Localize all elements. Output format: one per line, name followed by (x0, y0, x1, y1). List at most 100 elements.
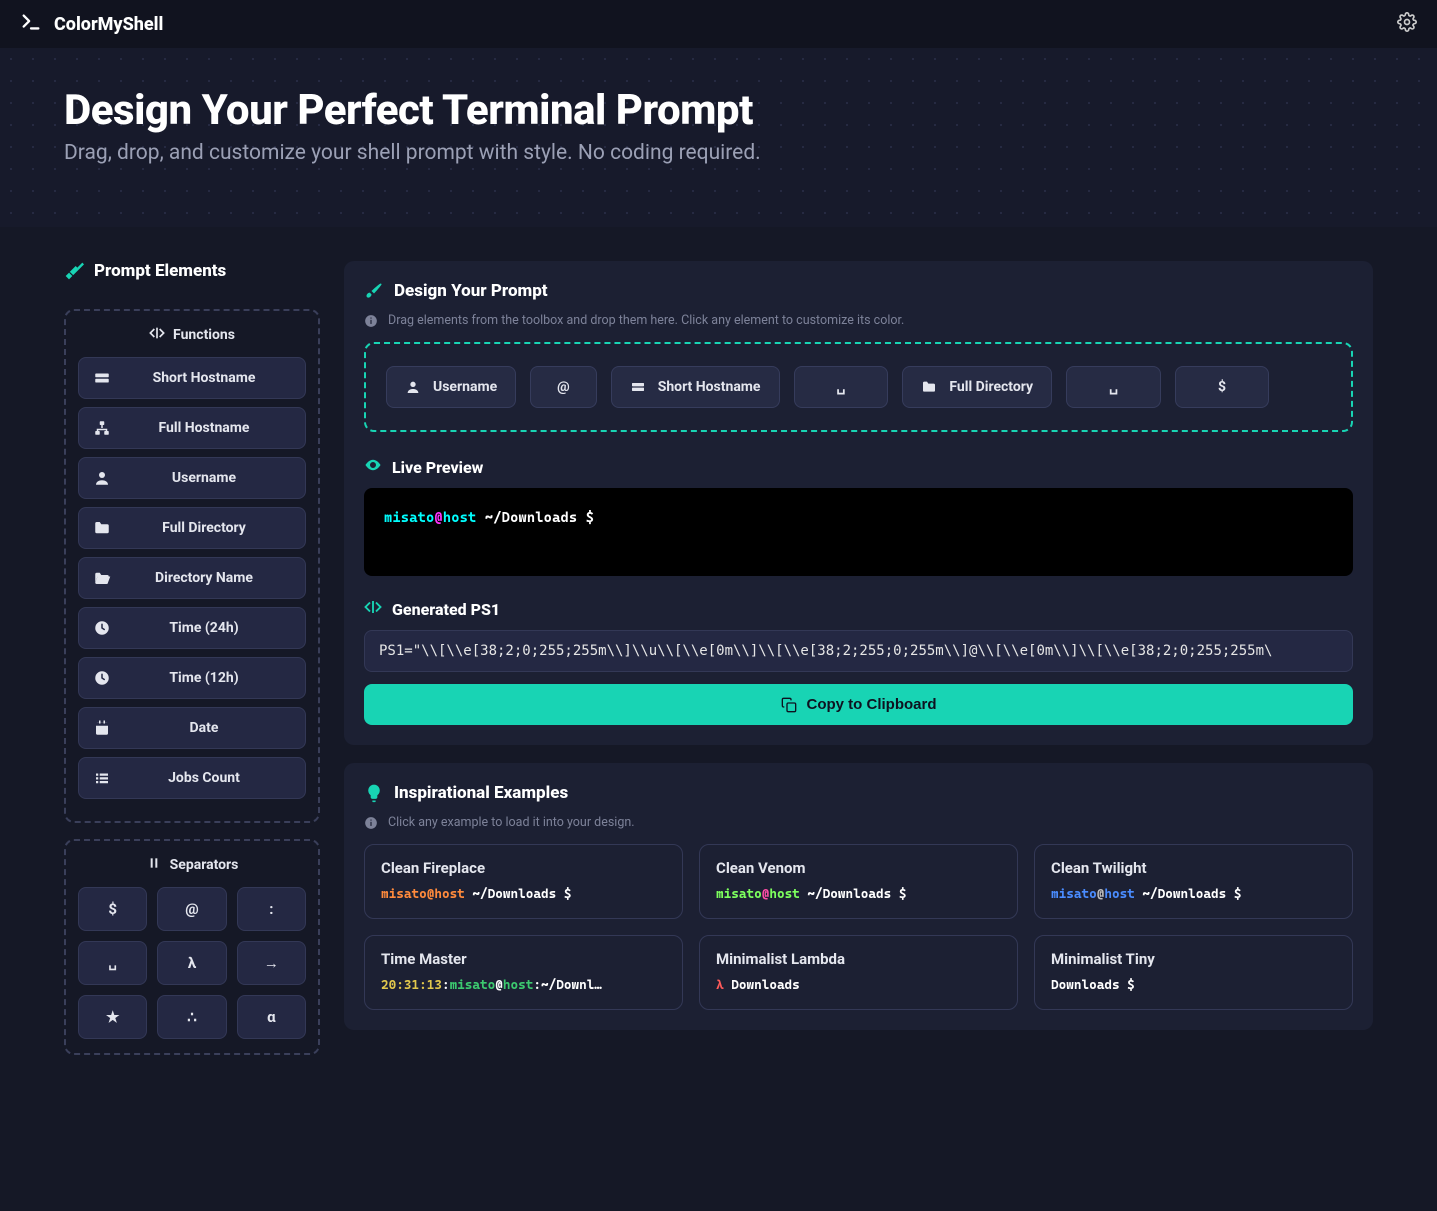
design-title: Design Your Prompt (364, 281, 1353, 301)
separator-item[interactable]: → (237, 941, 306, 985)
prompt-chip[interactable]: @ (530, 366, 597, 408)
chip-label: @ (557, 379, 570, 395)
separators-panel: Separators $@: ␣λ→ ★∴α (64, 839, 320, 1055)
preview-title: Live Preview (364, 456, 1353, 478)
live-preview-terminal: misato@host ~/Downloads $ (364, 488, 1353, 576)
sidebar-title: Prompt Elements (64, 261, 320, 281)
example-card[interactable]: Minimalist Tiny Downloads $ (1034, 935, 1353, 1010)
design-hint: Drag elements from the toolbox and drop … (364, 313, 1353, 328)
separator-item[interactable]: @ (157, 887, 226, 931)
hero-banner: Design Your Perfect Terminal Prompt Drag… (0, 48, 1437, 227)
ps1-output[interactable]: PS1="\\[\\e[38;2;0;255;255m\\]\\u\\[\\e[… (364, 630, 1353, 672)
function-label: Username (117, 470, 291, 486)
function-item[interactable]: Directory Name (78, 557, 306, 599)
info-icon (364, 816, 378, 830)
function-item[interactable]: Full Hostname (78, 407, 306, 449)
brand-label: ColorMyShell (54, 14, 163, 35)
example-card[interactable]: Clean Venom misato@host ~/Downloads $ (699, 844, 1018, 919)
brush-icon (364, 281, 384, 301)
chip-label: $ (1218, 379, 1226, 395)
lightbulb-icon (364, 783, 384, 803)
prompt-chip[interactable]: ␣ (794, 366, 889, 408)
page-subtitle: Drag, drop, and customize your shell pro… (64, 141, 1373, 165)
function-label: Time (12h) (117, 670, 291, 686)
example-preview: misato@host ~/Downloads $ (716, 887, 1001, 902)
function-item[interactable]: Short Hostname (78, 357, 306, 399)
prompt-chip[interactable]: Short Hostname (611, 366, 780, 408)
examples-card: Inspirational Examples Click any example… (344, 763, 1373, 1030)
separator-item[interactable]: $ (78, 887, 147, 931)
function-item[interactable]: Username (78, 457, 306, 499)
user-icon (93, 469, 111, 487)
folder-open-icon (93, 569, 111, 587)
functions-panel: Functions Short Hostname Full Hostname U… (64, 309, 320, 823)
info-icon (364, 314, 378, 328)
preview-segment: misato (384, 510, 434, 526)
example-title: Minimalist Lambda (716, 950, 1001, 968)
chip-label: ␣ (1109, 379, 1118, 395)
network-icon (93, 419, 111, 437)
function-label: Date (117, 720, 291, 736)
chip-label: Username (433, 379, 497, 395)
preview-segment: $ (586, 510, 594, 526)
terminal-icon (20, 11, 42, 38)
separator-item[interactable]: α (237, 995, 306, 1039)
function-item[interactable]: Time (12h) (78, 657, 306, 699)
example-preview: Downloads $ (1051, 978, 1336, 993)
function-label: Time (24h) (117, 620, 291, 636)
dropzone[interactable]: Username @ Short Hostname ␣ Full Directory ␣ $ (364, 342, 1353, 432)
example-title: Time Master (381, 950, 666, 968)
example-card[interactable]: Clean Fireplacemisato@host ~/Downloads $ (364, 844, 683, 919)
functions-heading: Functions (78, 325, 306, 345)
design-card: Design Your Prompt Drag elements from th… (344, 261, 1373, 745)
copy-button[interactable]: Copy to Clipboard (364, 684, 1353, 725)
prompt-chip[interactable]: $ (1175, 366, 1269, 408)
function-item[interactable]: Date (78, 707, 306, 749)
function-item[interactable]: Time (24h) (78, 607, 306, 649)
separator-item[interactable]: ␣ (78, 941, 147, 985)
example-card[interactable]: Clean Twilight misato@host ~/Downloads $ (1034, 844, 1353, 919)
tools-icon (64, 261, 84, 281)
pause-icon (146, 855, 162, 875)
separator-item[interactable]: λ (157, 941, 226, 985)
example-title: Clean Twilight (1051, 859, 1336, 877)
example-preview: misato@host ~/Downloads $ (1051, 887, 1336, 902)
chip-label: ␣ (837, 379, 846, 395)
example-title: Clean Fireplace (381, 859, 666, 877)
preview-segment: ~/Downloads (476, 510, 585, 526)
separator-item[interactable]: ∴ (157, 995, 226, 1039)
prompt-chip[interactable]: ␣ (1066, 366, 1161, 408)
page-title: Design Your Perfect Terminal Prompt (64, 86, 1373, 135)
chip-label: Short Hostname (658, 379, 761, 395)
example-title: Minimalist Tiny (1051, 950, 1336, 968)
preview-segment: @ (434, 510, 442, 526)
example-card[interactable]: Time Master 20:31:13:misato@host:~/Downl… (364, 935, 683, 1010)
clock-icon (93, 669, 111, 687)
function-label: Full Directory (117, 520, 291, 536)
example-preview: 20:31:13:misato@host:~/Downl… (381, 978, 666, 993)
settings-button[interactable] (1397, 12, 1417, 36)
function-label: Short Hostname (117, 370, 291, 386)
clock-icon (93, 619, 111, 637)
function-label: Jobs Count (117, 770, 291, 786)
function-item[interactable]: Full Directory (78, 507, 306, 549)
example-card[interactable]: Minimalist Lambdaλ Downloads (699, 935, 1018, 1010)
navbar: ColorMyShell (0, 0, 1437, 48)
separators-heading: Separators (78, 855, 306, 875)
ps1-title: Generated PS1 (364, 598, 1353, 620)
brand[interactable]: ColorMyShell (20, 11, 163, 38)
calendar-icon (93, 719, 111, 737)
function-label: Full Hostname (117, 420, 291, 436)
prompt-chip[interactable]: Username (386, 366, 516, 408)
separator-item[interactable]: : (237, 887, 306, 931)
code-icon (364, 598, 382, 620)
server-icon (630, 379, 646, 395)
prompt-chip[interactable]: Full Directory (902, 366, 1052, 408)
separator-item[interactable]: ★ (78, 995, 147, 1039)
main-column: Design Your Prompt Drag elements from th… (344, 261, 1373, 1030)
examples-title: Inspirational Examples (364, 783, 1353, 803)
eye-icon (364, 456, 382, 478)
example-title: Clean Venom (716, 859, 1001, 877)
function-item[interactable]: Jobs Count (78, 757, 306, 799)
user-icon (405, 379, 421, 395)
